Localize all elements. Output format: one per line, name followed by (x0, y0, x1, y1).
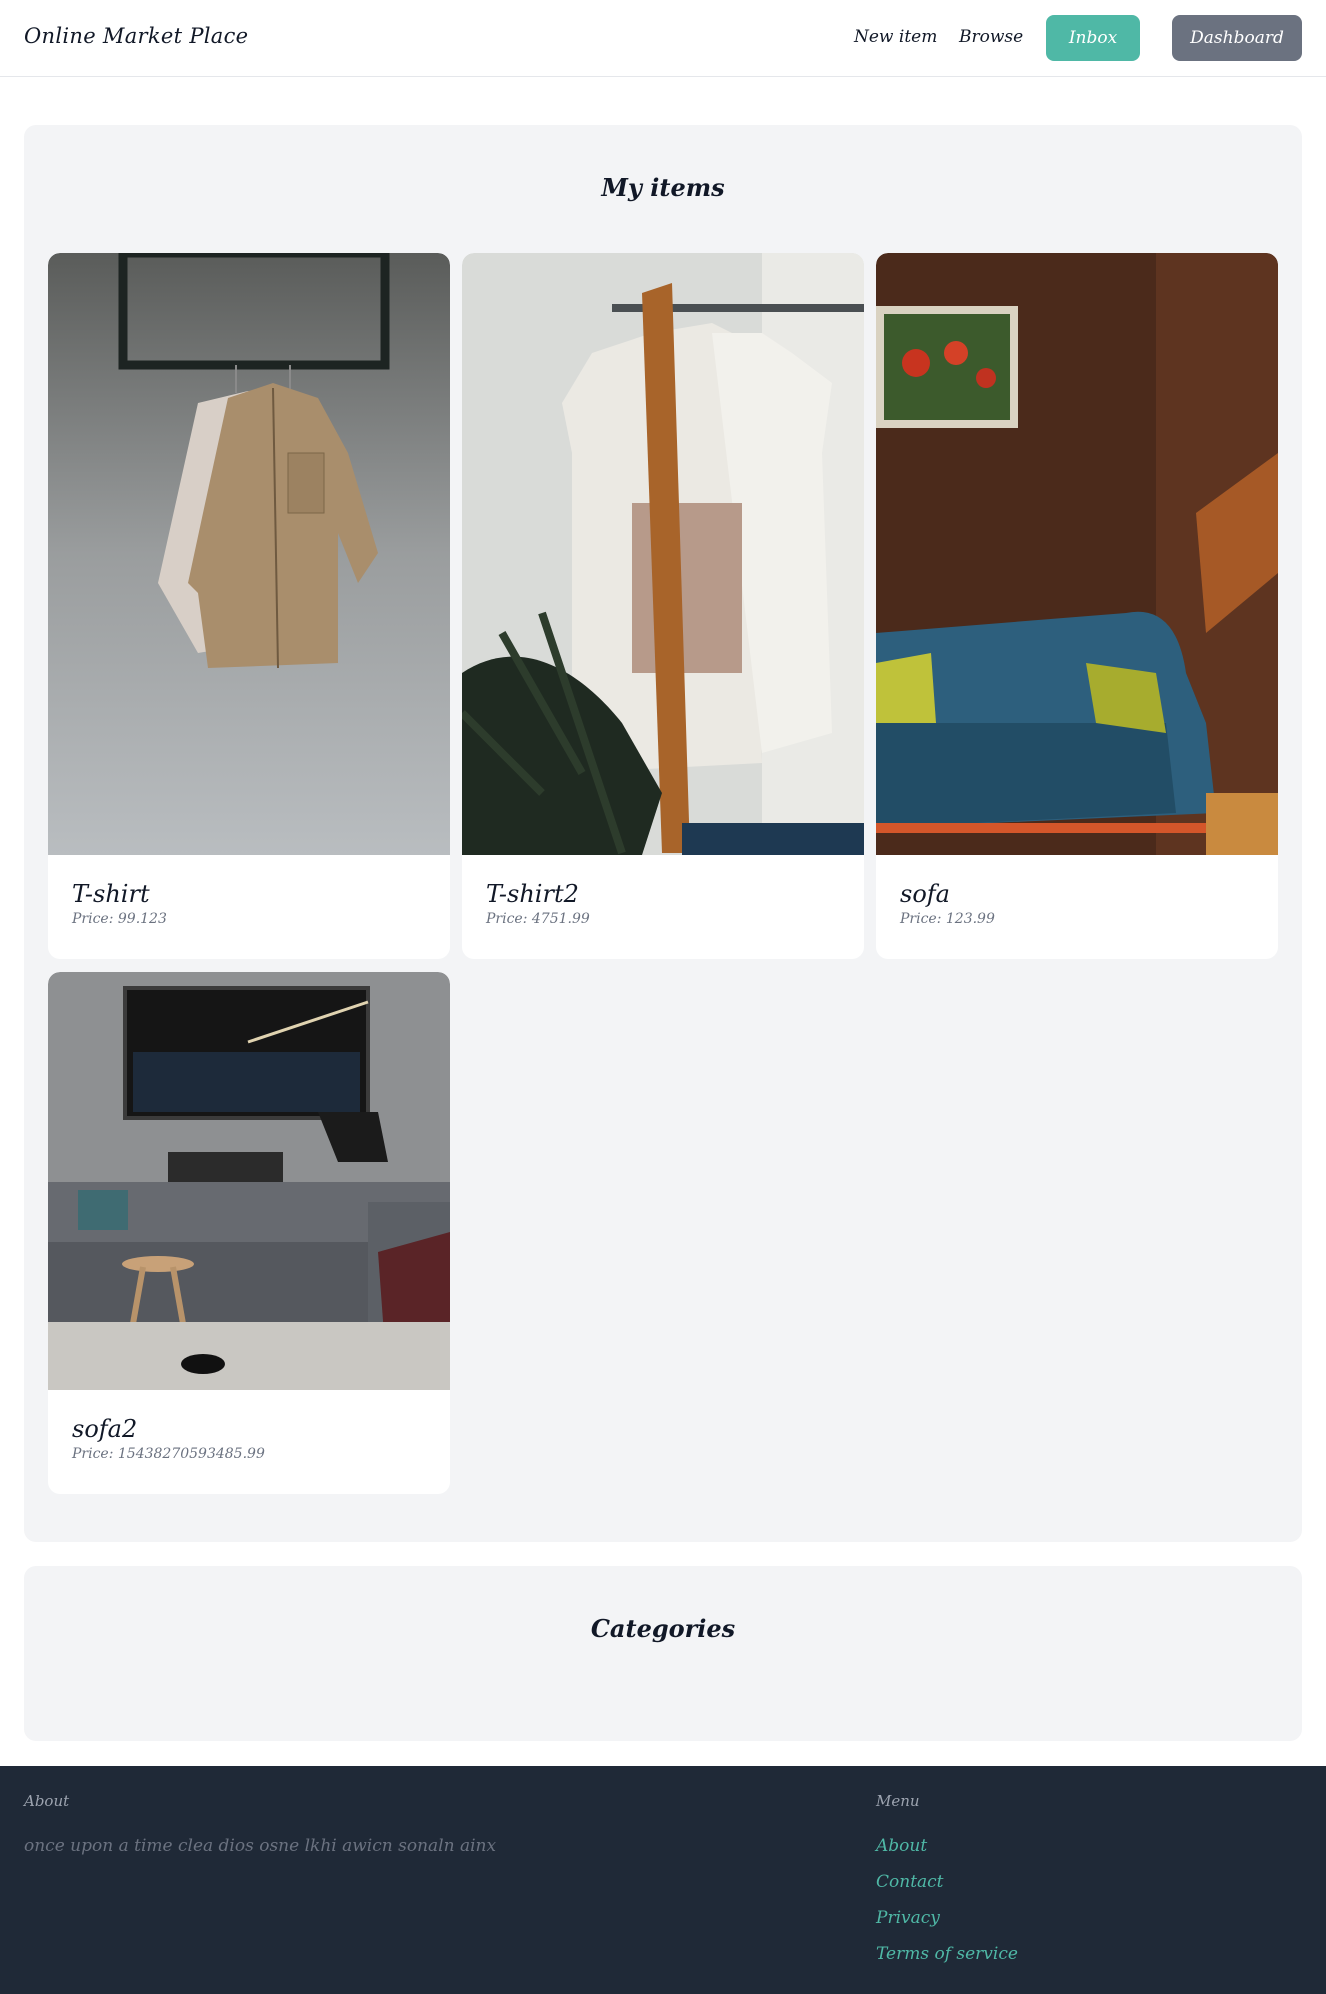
item-card-sofa2[interactable]: sofa2 Price: 15438270593485.99 (48, 972, 450, 1494)
tshirts-on-rack-photo (462, 253, 864, 855)
footer-menu-heading: Menu (876, 1792, 920, 1810)
shirts-on-hanger-photo (48, 253, 450, 855)
item-card-tshirt2[interactable]: T-shirt2 Price: 4751.99 (462, 253, 864, 959)
my-items-section: My items T-shirt Price: 99.123 T-shirt2 … (24, 125, 1302, 1542)
footer-menu-list: About Contact Privacy Terms of service (876, 1836, 1018, 1980)
item-card-sofa[interactable]: sofa Price: 123.99 (876, 253, 1278, 959)
footer: About once upon a time clea dios osne lk… (0, 1766, 1326, 1994)
item-price: Price: 4751.99 (486, 911, 590, 927)
navbar: Online Market Place New item Browse Inbo… (0, 0, 1326, 77)
footer-link-about[interactable]: About (876, 1836, 927, 1856)
item-price: Price: 99.123 (72, 911, 167, 927)
item-price: Price: 15438270593485.99 (72, 1446, 265, 1462)
item-name: sofa2 (72, 1415, 138, 1443)
living-room-sofa-photo (48, 972, 450, 1390)
item-name: sofa (900, 880, 950, 908)
inbox-button[interactable]: Inbox (1046, 15, 1140, 61)
categories-section: Categories (24, 1566, 1302, 1741)
nav-browse-link[interactable]: Browse (959, 27, 1023, 47)
nav-new-item-link[interactable]: New item (854, 27, 937, 47)
item-name: T-shirt2 (486, 880, 579, 908)
footer-about-text: once upon a time clea dios osne lkhi awi… (24, 1836, 497, 1856)
blue-sofa-photo (876, 253, 1278, 855)
footer-link-contact[interactable]: Contact (876, 1872, 944, 1892)
item-name: T-shirt (72, 880, 150, 908)
item-price: Price: 123.99 (900, 911, 995, 927)
footer-about-heading: About (24, 1792, 70, 1810)
footer-link-privacy[interactable]: Privacy (876, 1908, 940, 1928)
categories-title: Categories (590, 1614, 736, 1643)
my-items-title: My items (601, 173, 725, 202)
dashboard-button[interactable]: Dashboard (1172, 15, 1302, 61)
footer-link-terms[interactable]: Terms of service (876, 1944, 1018, 1964)
brand-logo[interactable]: Online Market Place (24, 24, 248, 48)
item-card-tshirt[interactable]: T-shirt Price: 99.123 (48, 253, 450, 959)
